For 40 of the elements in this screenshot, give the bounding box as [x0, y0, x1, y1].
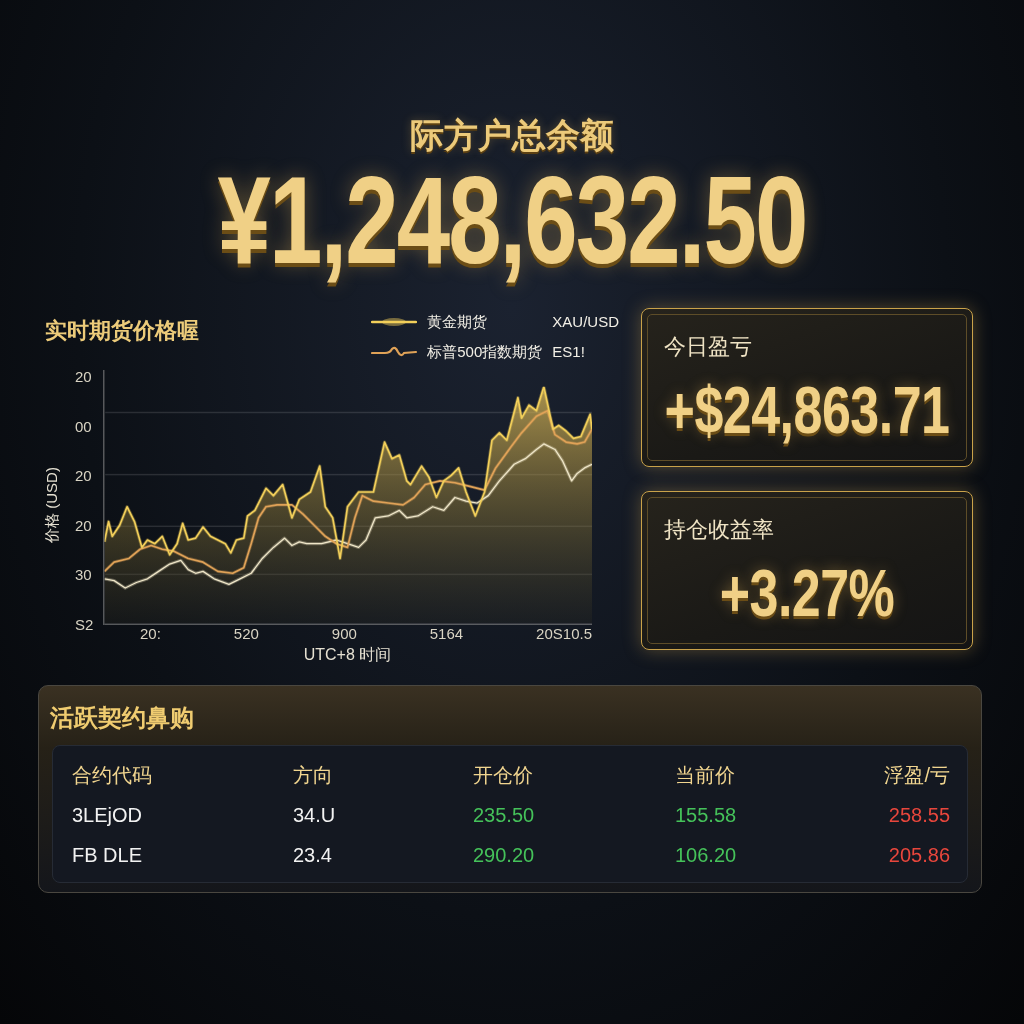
table-cell-text: 23.4: [293, 843, 332, 868]
axis-tick-label: 520: [233, 625, 259, 643]
axis-title: 价格 (USD): [43, 467, 61, 543]
legend-symbol: ES1!: [552, 343, 586, 361]
table-cell-text: 235.50: [473, 803, 535, 828]
stat-value: +3.27%: [719, 559, 895, 627]
axis-title: UTC+8 时间: [303, 645, 392, 665]
balance-amount: ¥1,248,632.50: [217, 157, 807, 283]
axis-tick-label: 30: [74, 566, 93, 585]
axis-tick-label: 5164: [429, 625, 464, 643]
stat-value: +$24,863.71: [664, 376, 950, 444]
table-cell-text: 290.20: [473, 843, 535, 868]
table-cell-text: 34.U: [293, 803, 336, 828]
table-cell-text: 155.58: [675, 803, 737, 828]
table-cell-text: 3LEjOD: [72, 803, 143, 828]
axis-tick-label: 20S10.5: [536, 625, 592, 643]
table-cell-text: 205.86: [888, 843, 950, 868]
legend-label: 黄金期货: [427, 313, 489, 331]
column-header: 开仓价: [473, 763, 533, 788]
axis-tick-label: 20: [74, 516, 93, 535]
column-header: 当前价: [675, 763, 735, 788]
table-cell-text: 258.55: [888, 803, 950, 828]
panel-title: 活跃契约鼻购: [50, 704, 194, 731]
column-header: 浮盈/亏: [884, 763, 950, 788]
chart-title: 实时期货价格喔: [45, 318, 199, 344]
axis-tick-label: 20: [74, 467, 93, 486]
balance-title: 际方户总余额: [410, 115, 614, 156]
axis-tick-label: S2: [74, 615, 95, 634]
table-cell-text: 106.20: [675, 843, 737, 868]
column-header: 方向: [293, 763, 333, 788]
stat-label: 持仓收益率: [664, 516, 775, 544]
axis-tick-label: 20: [74, 368, 93, 386]
axis-tick-label: 00: [74, 417, 93, 436]
column-header: 合约代码: [72, 763, 152, 788]
legend-symbol: XAU/USD: [552, 313, 619, 331]
stat-label: 今日盈亏: [664, 333, 753, 361]
legend-label: 标普500指数期货: [427, 343, 543, 361]
table-cell-text: FB DLE: [72, 843, 143, 868]
axis-tick-label: 20:: [140, 625, 161, 643]
axis-tick-label: 900: [331, 625, 357, 643]
